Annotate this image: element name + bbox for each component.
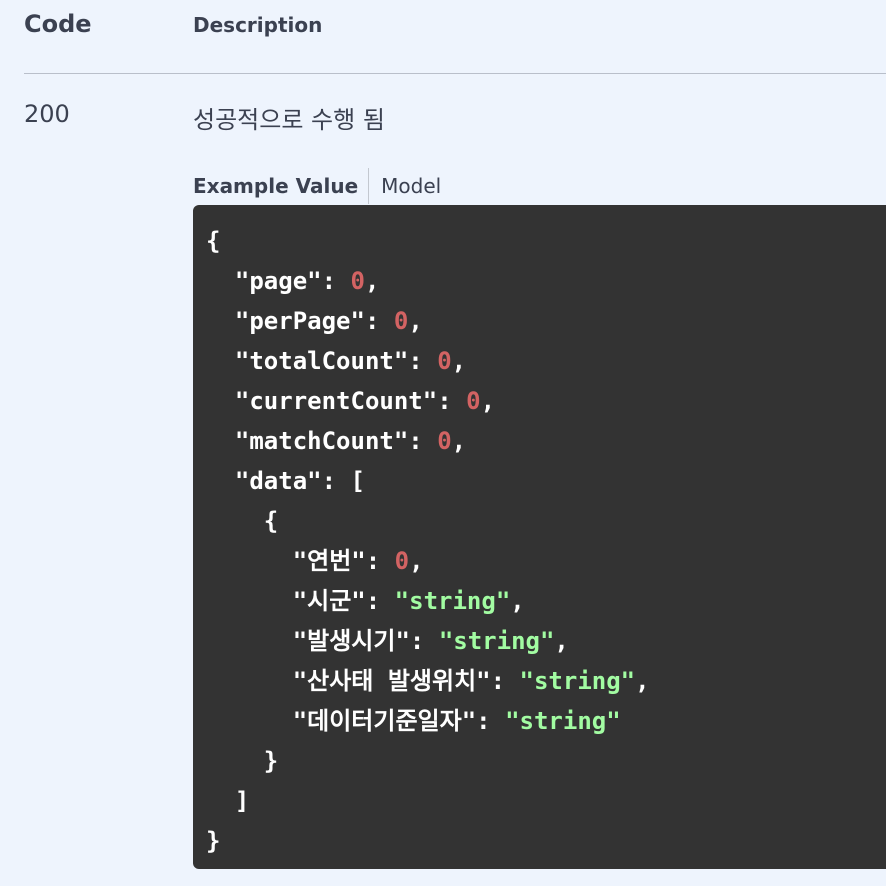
json-example: { "page": 0, "perPage": 0, "totalCount":… [206, 227, 650, 855]
json-key: "시군" [292, 587, 366, 615]
json-number-value: 0 [393, 307, 409, 335]
json-inner-open-brace: { [263, 507, 279, 535]
json-string-value: "string" [438, 627, 555, 655]
json-inner-close-brace: } [263, 747, 279, 775]
tab-example-value[interactable]: Example Value [193, 168, 368, 204]
example-tabs: Example Value Model [193, 168, 441, 204]
json-number-value: 0 [394, 547, 410, 575]
json-string-value: "string" [505, 707, 621, 735]
json-key: "산사태 발생위치" [292, 667, 491, 695]
response-description: 성공적으로 수행 됨 [193, 106, 385, 134]
json-key: "연번" [292, 547, 366, 575]
json-number-value: 0 [350, 267, 365, 295]
json-key: "matchCount" [234, 427, 409, 455]
json-key: "발생시기" [292, 627, 410, 655]
json-number-value: 0 [437, 347, 452, 375]
json-key: "perPage" [234, 307, 365, 335]
json-close-brace: } [206, 827, 221, 855]
json-key: "page" [234, 267, 322, 295]
tab-model[interactable]: Model [369, 168, 441, 204]
json-string-value: "string" [519, 667, 636, 695]
responses-table-header: Code Description [0, 0, 886, 73]
json-number-value: 0 [437, 427, 452, 455]
json-open-bracket: [ [350, 467, 365, 495]
json-close-bracket: ] [234, 787, 250, 815]
json-open-brace: { [206, 227, 221, 255]
json-number-value: 0 [466, 387, 481, 415]
code-column-header: Code [24, 10, 92, 38]
json-key-data: "data" [234, 467, 322, 495]
json-key: "데이터기준일자" [292, 707, 477, 735]
json-string-value: "string" [394, 587, 511, 615]
header-divider [24, 73, 886, 74]
example-value-code-block[interactable]: { "page": 0, "perPage": 0, "totalCount":… [193, 205, 886, 869]
json-key: "totalCount" [234, 347, 409, 375]
response-status-code: 200 [24, 100, 70, 128]
description-column-header: Description [193, 13, 323, 37]
json-key: "currentCount" [234, 387, 438, 415]
